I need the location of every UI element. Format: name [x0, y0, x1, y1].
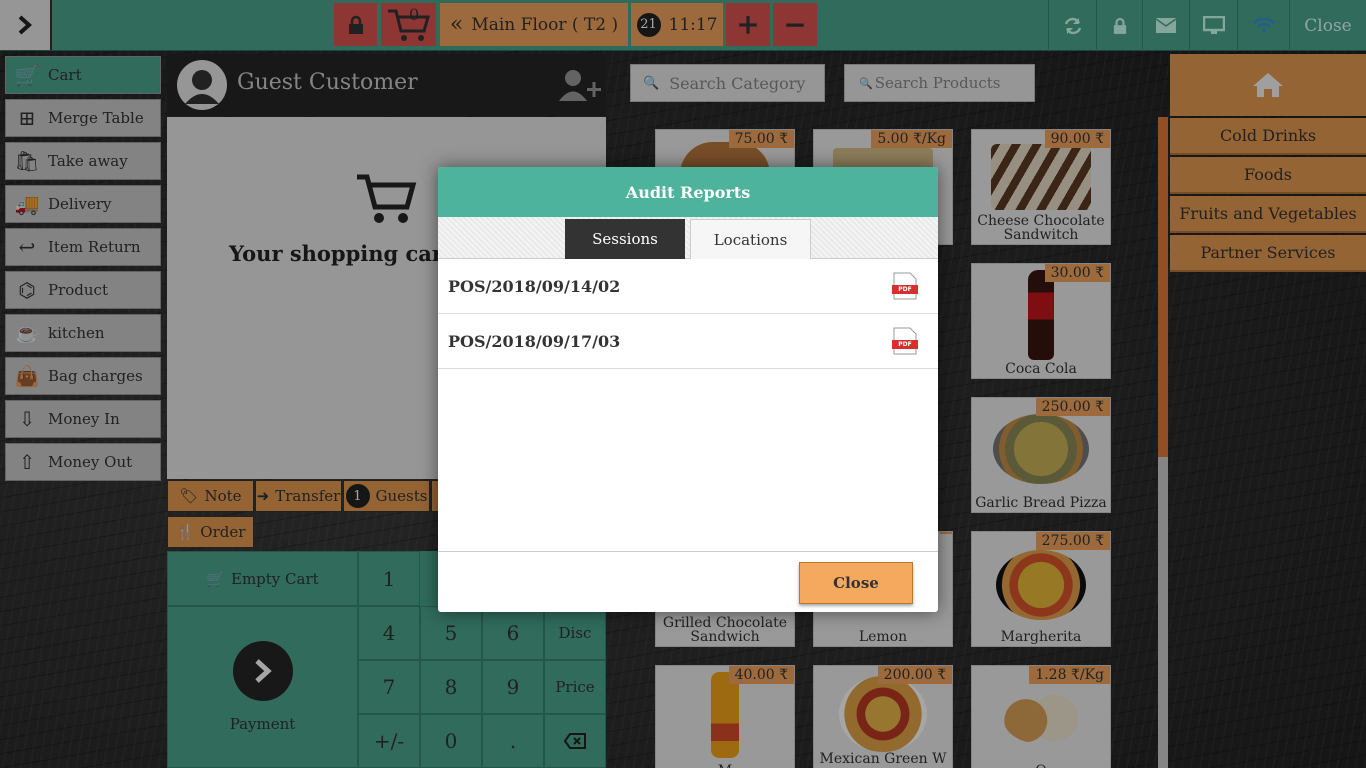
pdf-icon[interactable]: PDF [892, 272, 918, 300]
modal-tabs: Sessions Locations [438, 217, 938, 259]
audit-reports-modal: Audit Reports Sessions Locations POS/201… [438, 167, 938, 612]
pdf-label: PDF [898, 341, 912, 348]
session-row[interactable]: POS/2018/09/17/03 PDF [438, 314, 938, 369]
session-id: POS/2018/09/17/03 [448, 331, 621, 351]
session-row[interactable]: POS/2018/09/14/02 PDF [438, 259, 938, 314]
pdf-label: PDF [898, 286, 912, 293]
pdf-icon[interactable]: PDF [892, 327, 918, 355]
modal-footer: Close [438, 551, 938, 612]
close-button[interactable]: Close [799, 562, 913, 604]
tab-sessions[interactable]: Sessions [565, 219, 685, 259]
modal-title: Audit Reports [438, 167, 938, 217]
session-id: POS/2018/09/14/02 [448, 276, 621, 296]
tab-locations[interactable]: Locations [690, 219, 811, 259]
